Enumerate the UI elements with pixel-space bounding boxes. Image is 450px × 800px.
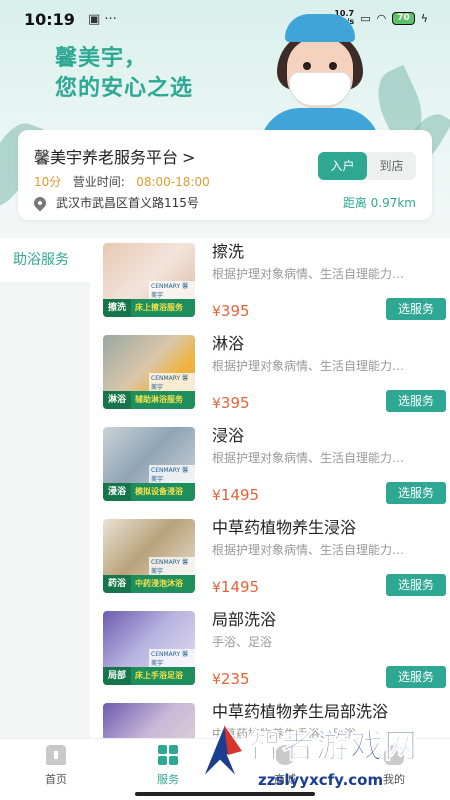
battery-icon: 70 <box>392 11 415 25</box>
address-text: 武汉市武昌区首义路115号 <box>56 196 199 210</box>
service-thumbnail <box>103 703 195 738</box>
service-description: 手浴、足浴 <box>212 635 273 649</box>
nav-label: 首页 <box>45 773 67 786</box>
service-title: 中草药植物养生浸浴 <box>212 518 357 537</box>
brand-logo: CENMARY 馨美宇 <box>149 281 195 299</box>
store-name-link[interactable]: 馨美宇养老服务平台 > <box>34 144 195 168</box>
service-title: 局部洗浴 <box>212 610 277 629</box>
thumb-tag-text: 辅助淋浴服务 <box>135 395 183 404</box>
thumb-tag: 药浴 <box>103 575 131 593</box>
store-address: 武汉市武昌区首义路115号 <box>31 194 199 211</box>
service-thumbnail: CENMARY 馨美宇 擦洗 床上擦浴服务 <box>103 243 195 317</box>
hours-value: 08:00-18:00 <box>136 175 210 189</box>
thumb-tag: 淋浴 <box>103 391 131 409</box>
service-description: 根据护理对象病情、生活自理能力… <box>212 451 405 465</box>
service-price: ¥1495 <box>212 486 260 504</box>
thumb-tag: 擦洗 <box>103 299 131 317</box>
tab-in-store[interactable]: 到店 <box>367 152 416 180</box>
nav-item-home[interactable]: 首页 <box>16 745 96 787</box>
charging-icon: ϟ <box>420 11 428 25</box>
store-hours: 10分 营业时间: 08:00-18:00 <box>34 173 210 190</box>
hero-slogan: 馨美宇， 您的安心之选 <box>55 44 193 104</box>
list-item[interactable]: CENMARY 馨美宇 擦洗 床上擦浴服务 擦洗 根据护理对象病情、生活自理能力… <box>90 238 450 330</box>
sidebar-item-label: 助浴服务 <box>13 252 69 268</box>
service-price: ¥395 <box>212 302 250 320</box>
service-thumbnail: CENMARY 馨美宇 淋浴 辅助淋浴服务 <box>103 335 195 409</box>
service-title: 擦洗 <box>212 242 245 261</box>
nav-item-service[interactable]: 服务 <box>128 745 208 787</box>
thumb-tag-text: 模拟设备浸浴 <box>135 487 183 496</box>
thumb-tag: 局部 <box>103 667 131 685</box>
location-pin-icon <box>31 194 49 211</box>
watermark-url: zzslyyxcfy.com <box>258 771 384 789</box>
service-description: 根据护理对象病情、生活自理能力… <box>212 543 405 557</box>
store-distance: 距离 0.97km <box>342 196 416 210</box>
service-thumbnail: CENMARY 馨美宇 浸浴 模拟设备浸浴 <box>103 427 195 501</box>
service-price: ¥1495 <box>212 578 260 596</box>
eta-time: 10分 <box>34 175 62 189</box>
brand-logo: CENMARY 馨美宇 <box>149 465 195 483</box>
service-description: 根据护理对象病情、生活自理能力… <box>212 359 405 373</box>
select-service-button[interactable]: 选服务 <box>386 574 446 596</box>
select-service-button[interactable]: 选服务 <box>386 666 446 688</box>
status-time: 10:19 <box>24 10 75 29</box>
home-icon <box>46 745 66 765</box>
thumb-tag: 浸浴 <box>103 483 131 501</box>
brand-logo: CENMARY 馨美宇 <box>149 373 195 391</box>
site-watermark: 智者游戏网 zzslyyxcfy.com <box>198 715 450 800</box>
nav-label: 服务 <box>157 773 179 786</box>
service-thumbnail: CENMARY 馨美宇 药浴 中药浸泡沐浴 <box>103 519 195 593</box>
thumb-tag-text: 中药浸泡沐浴 <box>135 579 183 588</box>
hours-label: 营业时间: <box>72 175 125 189</box>
grid-icon <box>158 745 178 765</box>
brand-logo: CENMARY 馨美宇 <box>149 557 195 575</box>
list-item[interactable]: CENMARY 馨美宇 浸浴 模拟设备浸浴 浸浴 根据护理对象病情、生活自理能力… <box>90 422 450 514</box>
service-price: ¥395 <box>212 394 250 412</box>
service-title: 淋浴 <box>212 334 245 353</box>
select-service-button[interactable]: 选服务 <box>386 482 446 504</box>
service-price: ¥235 <box>212 670 250 688</box>
thumb-tag-text: 床上手浴足浴 <box>135 671 183 680</box>
slogan-line-2: 您的安心之选 <box>55 76 194 101</box>
slogan-line-1: 馨美宇， <box>55 46 148 71</box>
store-card: 馨美宇养老服务平台 > 入户 到店 10分 营业时间: 08:00-18:00 武… <box>18 130 432 220</box>
notification-icons: ▣ ··· <box>88 12 117 27</box>
service-list: CENMARY 馨美宇 擦洗 床上擦浴服务 擦洗 根据护理对象病情、生活自理能力… <box>90 238 450 738</box>
select-service-button[interactable]: 选服务 <box>386 390 446 412</box>
list-item[interactable]: CENMARY 馨美宇 药浴 中药浸泡沐浴 中草药植物养生浸浴 根据护理对象病情… <box>90 514 450 606</box>
sidebar-item-bathing[interactable]: 助浴服务 <box>0 238 90 282</box>
service-description: 根据护理对象病情、生活自理能力… <box>212 267 405 281</box>
store-name: 馨美宇养老服务平台 <box>34 148 179 167</box>
tab-home-visit[interactable]: 入户 <box>318 152 367 180</box>
list-item[interactable]: CENMARY 馨美宇 淋浴 辅助淋浴服务 淋浴 根据护理对象病情、生活自理能力… <box>90 330 450 422</box>
service-title: 浸浴 <box>212 426 245 445</box>
service-thumbnail: CENMARY 馨美宇 局部 床上手浴足浴 <box>103 611 195 685</box>
list-item[interactable]: CENMARY 馨美宇 局部 床上手浴足浴 局部洗浴 手浴、足浴 ¥235 选服… <box>90 606 450 698</box>
service-catalog: 助浴服务 CENMARY 馨美宇 擦洗 床上擦浴服务 擦洗 根据护理对象病情、生… <box>0 238 450 738</box>
watermark-logo-icon <box>201 722 244 780</box>
brand-logo: CENMARY 馨美宇 <box>149 649 195 667</box>
category-sidebar: 助浴服务 <box>0 238 90 738</box>
chevron-right-icon: > <box>182 148 196 167</box>
select-service-button[interactable]: 选服务 <box>386 298 446 320</box>
service-mode-toggle: 入户 到店 <box>318 152 416 180</box>
watermark-text: 智者游戏网 <box>248 726 418 766</box>
thumb-tag-text: 床上擦浴服务 <box>135 303 183 312</box>
